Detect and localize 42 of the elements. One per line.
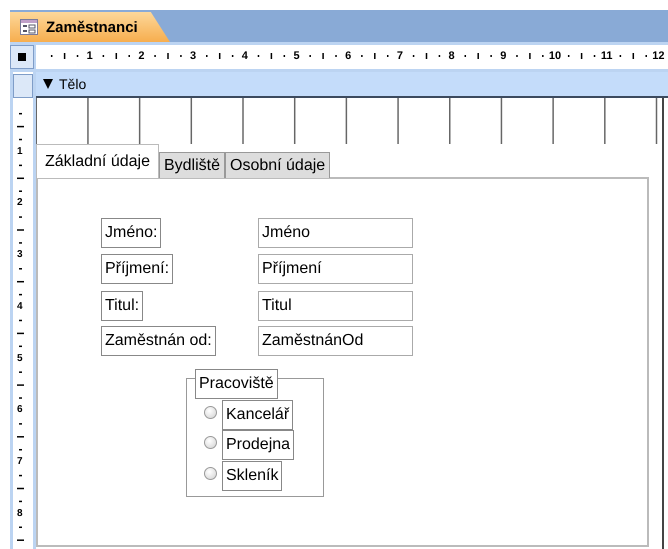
form-tab[interactable]: Bydliště [158,152,225,178]
option-label: Prodejna [222,430,294,460]
ruler-number: 8 [17,508,23,520]
document-tab[interactable]: Zaměstnanci [10,12,170,42]
ruler-number: 3 [17,249,23,262]
ruler-number: 12 [652,49,665,64]
text-box-control[interactable]: Jméno [258,218,413,248]
section-header[interactable]: Tělo [36,72,668,98]
section-title: Tělo [59,76,86,92]
ruler-number: 8 [448,49,455,64]
ruler-number: 4 [242,49,248,64]
ruler-number: 9 [500,49,506,64]
down-arrow-icon [42,78,54,90]
form-tab[interactable]: Osobní údaje [225,152,330,178]
text-box-control[interactable]: Titul [258,291,413,321]
ruler-number: 3 [190,49,196,64]
ruler-number: 7 [17,456,23,468]
form-selector[interactable] [10,45,34,69]
option-label: Kancelář [222,400,294,430]
ruler-number: 1 [17,146,23,158]
ruler-number: 7 [396,49,403,64]
section-selector[interactable] [13,74,33,98]
text-box-control[interactable]: ZaměstnánOd [258,326,413,356]
form-icon [20,19,38,35]
ruler-number: 6 [17,404,23,416]
ruler-number: 2 [138,49,144,64]
field-label: Jméno: [101,218,162,248]
field-label: Příjmení: [101,254,174,284]
ruler-number: 1 [86,49,93,64]
ruler-number: 10 [548,49,562,64]
ruler-number: 2 [17,197,23,210]
ruler-number: 11 [600,49,612,64]
ruler-number: 4 [17,300,23,313]
field-label: Titul: [101,291,144,321]
option-label: Skleník [222,461,282,491]
ruler-number: 5 [293,49,300,64]
option-group-label: Pracoviště [195,369,278,399]
form-tab[interactable]: Základní údaje [36,144,159,178]
ruler-number: 5 [17,352,23,364]
ruler-number: 6 [345,49,352,64]
text-box-control[interactable]: Příjmení [258,254,413,284]
field-label: Zaměstnán od: [101,326,216,356]
